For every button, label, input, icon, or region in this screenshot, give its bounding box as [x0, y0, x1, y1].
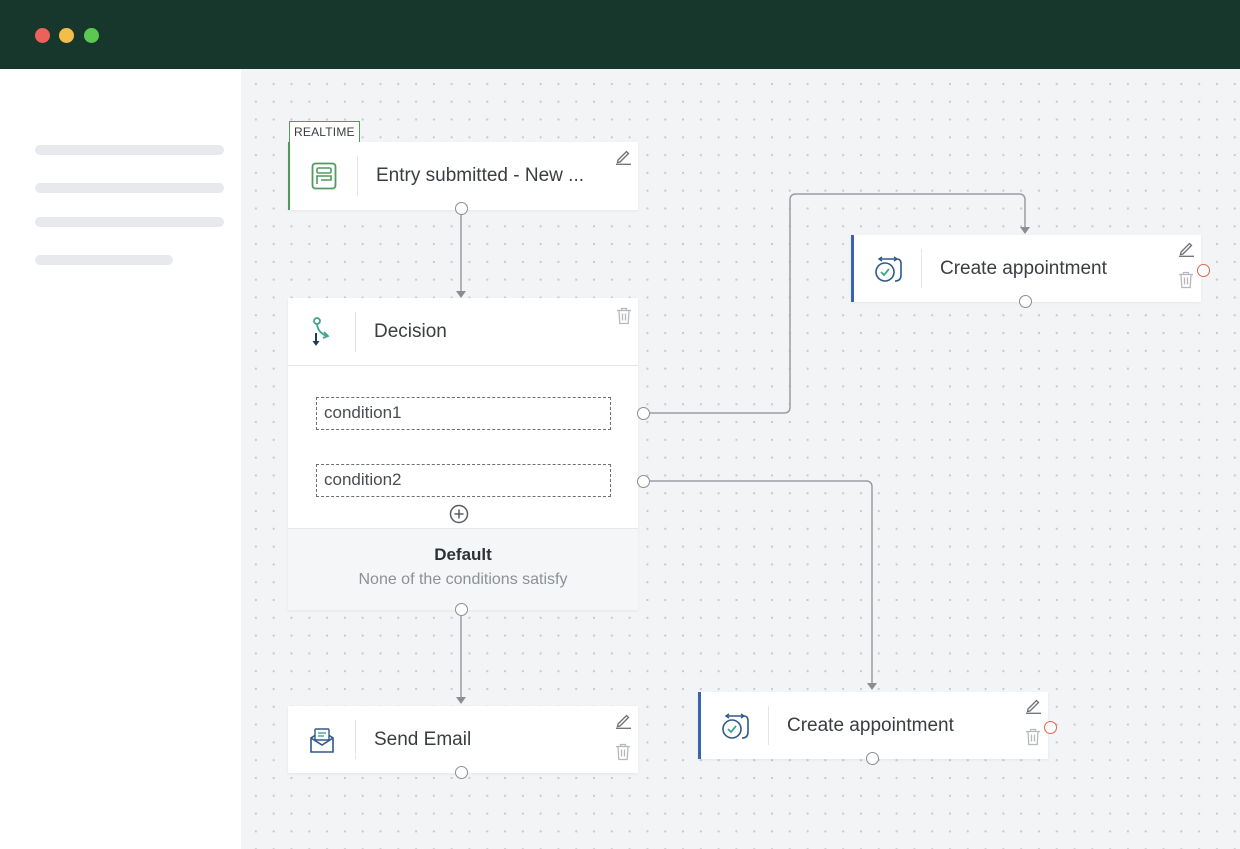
branch-icon	[288, 298, 355, 366]
sidebar-placeholder-item[interactable]	[35, 183, 224, 193]
calendar-check-icon	[854, 235, 921, 302]
add-condition-button[interactable]	[449, 504, 469, 524]
appointment-bottom-side-port[interactable]	[1044, 721, 1057, 734]
plus-circle-icon	[449, 504, 469, 524]
default-branch[interactable]: Default None of the conditions satisfy	[288, 528, 638, 610]
trash-icon	[617, 307, 631, 325]
form-icon	[290, 142, 357, 210]
condition-item[interactable]: condition1	[316, 397, 611, 430]
default-output-port[interactable]	[455, 603, 468, 616]
maximize-window-button[interactable]	[84, 28, 99, 43]
calendar-check-icon	[701, 692, 768, 759]
send-email-label: Send Email	[374, 728, 472, 750]
condition-item[interactable]: condition2	[316, 464, 611, 497]
delete-send-email-button[interactable]	[613, 742, 633, 762]
trigger-label: Entry submitted - New ...	[376, 165, 585, 186]
send-email-output-port[interactable]	[455, 766, 468, 779]
divider	[768, 706, 769, 745]
trash-icon	[1179, 271, 1193, 289]
appointment-bottom-label: Create appointment	[787, 714, 954, 736]
delete-appointment-bottom-button[interactable]	[1023, 727, 1043, 747]
sidebar-placeholder-item[interactable]	[35, 145, 224, 155]
divider	[921, 249, 922, 288]
pencil-icon	[1026, 699, 1041, 714]
minimize-window-button[interactable]	[59, 28, 74, 43]
divider	[288, 365, 638, 366]
divider	[357, 156, 358, 196]
decision-label: Decision	[374, 321, 447, 342]
appointment-top-output-port[interactable]	[1019, 295, 1032, 308]
default-subtitle: None of the conditions satisfy	[358, 571, 568, 588]
delete-decision-button[interactable]	[614, 306, 634, 326]
trigger-node[interactable]: Entry submitted - New ...	[288, 142, 638, 210]
condition2-output-port[interactable]	[637, 475, 650, 488]
default-title: Default	[434, 545, 492, 564]
envelope-icon	[288, 706, 355, 773]
pencil-icon	[616, 714, 631, 729]
trash-icon	[616, 743, 630, 761]
appointment-top-side-port[interactable]	[1197, 264, 1210, 277]
create-appointment-node-bottom[interactable]: Create appointment	[698, 692, 1048, 759]
send-email-node[interactable]: Send Email	[288, 706, 638, 773]
edit-appointment-top-button[interactable]	[1176, 238, 1196, 258]
realtime-badge: REALTIME	[289, 121, 360, 143]
delete-appointment-top-button[interactable]	[1176, 270, 1196, 290]
trash-icon	[1026, 728, 1040, 746]
create-appointment-node-top[interactable]: Create appointment	[851, 235, 1201, 302]
pencil-icon	[616, 150, 631, 165]
divider	[355, 312, 356, 352]
edit-trigger-button[interactable]	[613, 146, 633, 166]
sidebar	[0, 69, 241, 849]
close-window-button[interactable]	[35, 28, 50, 43]
trigger-output-port[interactable]	[455, 202, 468, 215]
window-titlebar	[0, 0, 1240, 69]
appointment-top-label: Create appointment	[940, 257, 1107, 279]
appointment-bottom-output-port[interactable]	[866, 752, 879, 765]
divider	[355, 720, 356, 759]
sidebar-placeholder-item[interactable]	[35, 217, 224, 227]
edit-send-email-button[interactable]	[613, 710, 633, 730]
sidebar-placeholder-item[interactable]	[35, 255, 173, 265]
edit-appointment-bottom-button[interactable]	[1023, 695, 1043, 715]
pencil-icon	[1179, 242, 1194, 257]
condition1-output-port[interactable]	[637, 407, 650, 420]
